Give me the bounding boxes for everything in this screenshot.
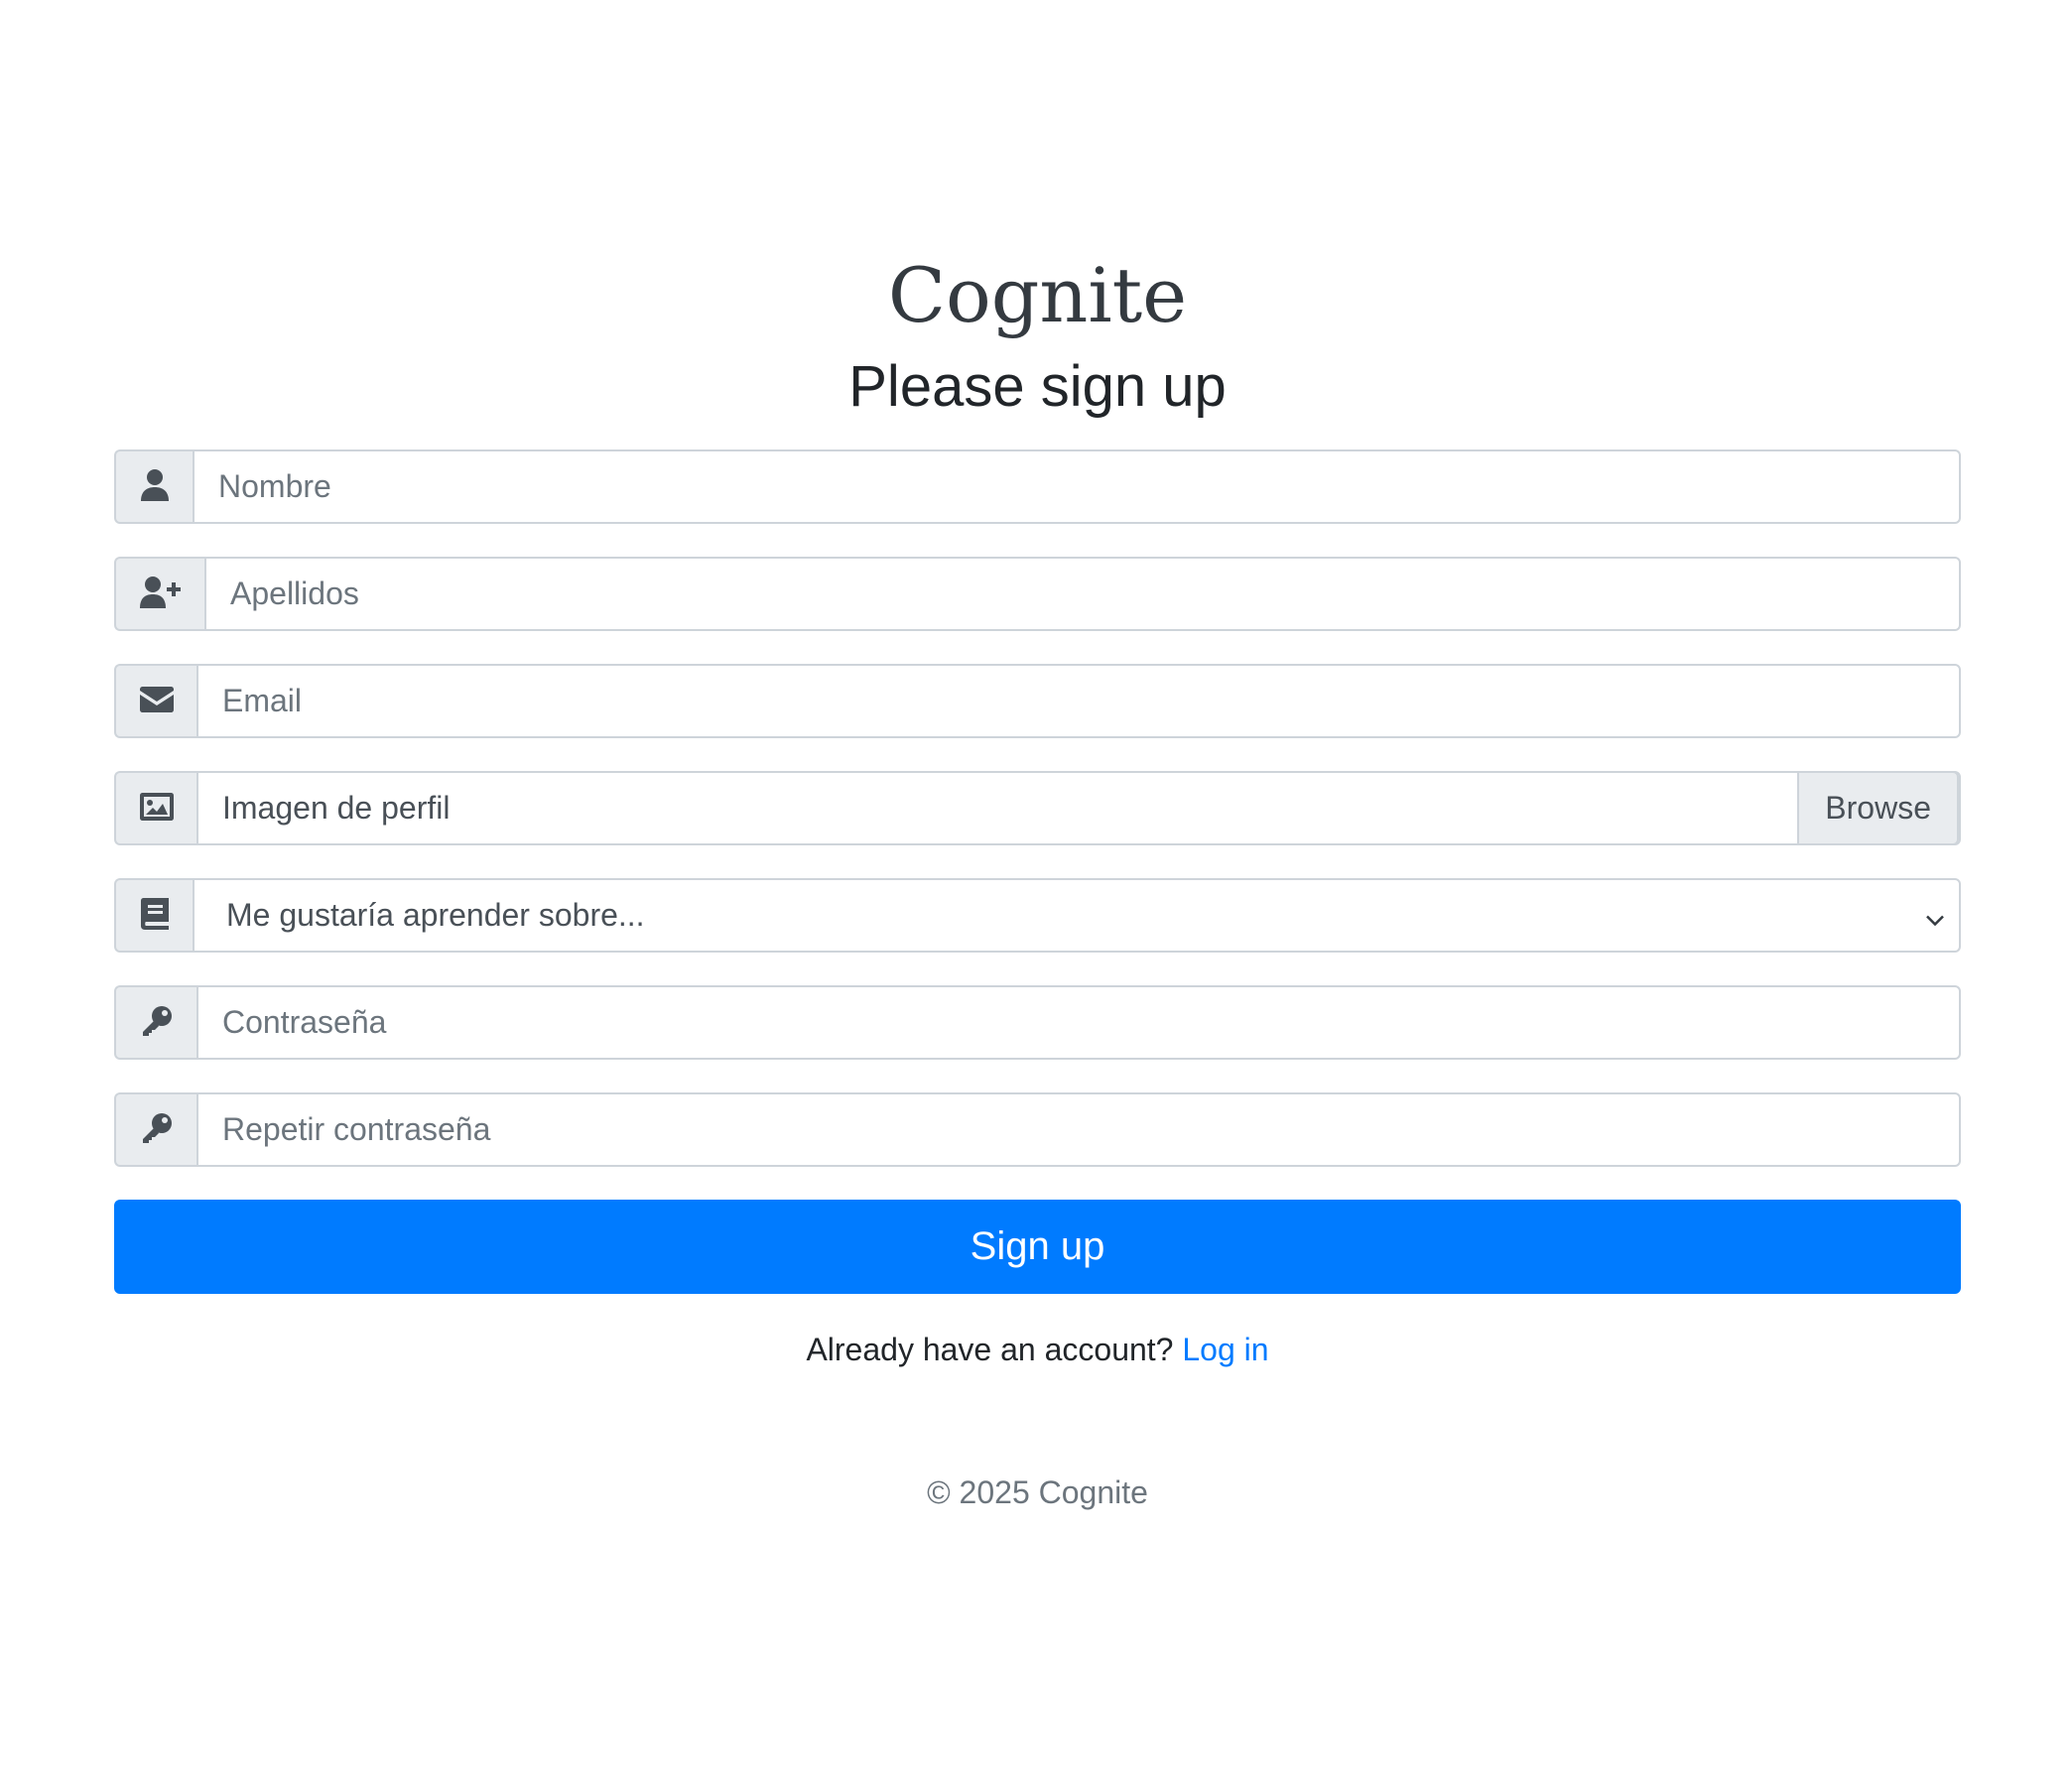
password-addon — [114, 985, 196, 1060]
repeat-password-input[interactable] — [222, 1111, 1959, 1148]
account-prompt-text: Already have an account? — [806, 1332, 1174, 1367]
user-icon — [140, 468, 169, 505]
apellidos-group — [114, 557, 1961, 631]
login-link[interactable]: Log in — [1182, 1332, 1268, 1367]
book-icon — [140, 897, 169, 934]
signup-button[interactable]: Sign up — [114, 1200, 1961, 1294]
browse-button[interactable]: Browse — [1797, 771, 1959, 845]
account-prompt: Already have an account? Log in — [114, 1332, 1961, 1368]
page-title: Please sign up — [848, 354, 1227, 419]
email-field-wrap — [196, 664, 1961, 738]
imagen-file-label: Imagen de perfil — [222, 790, 451, 826]
apellidos-field-wrap — [204, 557, 1961, 631]
imagen-addon — [114, 771, 196, 845]
apellidos-input[interactable] — [230, 575, 1959, 612]
nombre-input[interactable] — [218, 468, 1959, 505]
imagen-field-wrap[interactable]: Imagen de perfil Browse — [196, 771, 1961, 845]
topic-group: Me gustaría aprender sobre... — [114, 878, 1961, 953]
image-icon — [139, 792, 174, 825]
password-field-wrap — [196, 985, 1961, 1060]
email-group — [114, 664, 1961, 738]
key-icon — [141, 1005, 173, 1041]
footer-copyright: © 2025 Cognite — [927, 1474, 1148, 1510]
chevron-down-icon — [1925, 897, 1945, 934]
email-addon — [114, 664, 196, 738]
repeat-password-field-wrap — [196, 1092, 1961, 1167]
brand-title: Cognite — [887, 251, 1188, 339]
repeat-password-group — [114, 1092, 1961, 1167]
repeat-password-addon — [114, 1092, 196, 1167]
topic-select[interactable]: Me gustaría aprender sobre... — [193, 878, 1961, 953]
imagen-group: Imagen de perfil Browse — [114, 771, 1961, 845]
envelope-icon — [139, 686, 174, 716]
nombre-field-wrap — [193, 449, 1961, 524]
password-input[interactable] — [222, 1004, 1959, 1041]
apellidos-addon — [114, 557, 204, 631]
nombre-addon — [114, 449, 193, 524]
email-input[interactable] — [222, 683, 1959, 719]
key-icon — [141, 1112, 173, 1148]
password-group — [114, 985, 1961, 1060]
topic-addon — [114, 878, 193, 953]
nombre-group — [114, 449, 1961, 524]
user-plus-icon — [139, 575, 182, 612]
topic-select-value: Me gustaría aprender sobre... — [226, 897, 645, 933]
